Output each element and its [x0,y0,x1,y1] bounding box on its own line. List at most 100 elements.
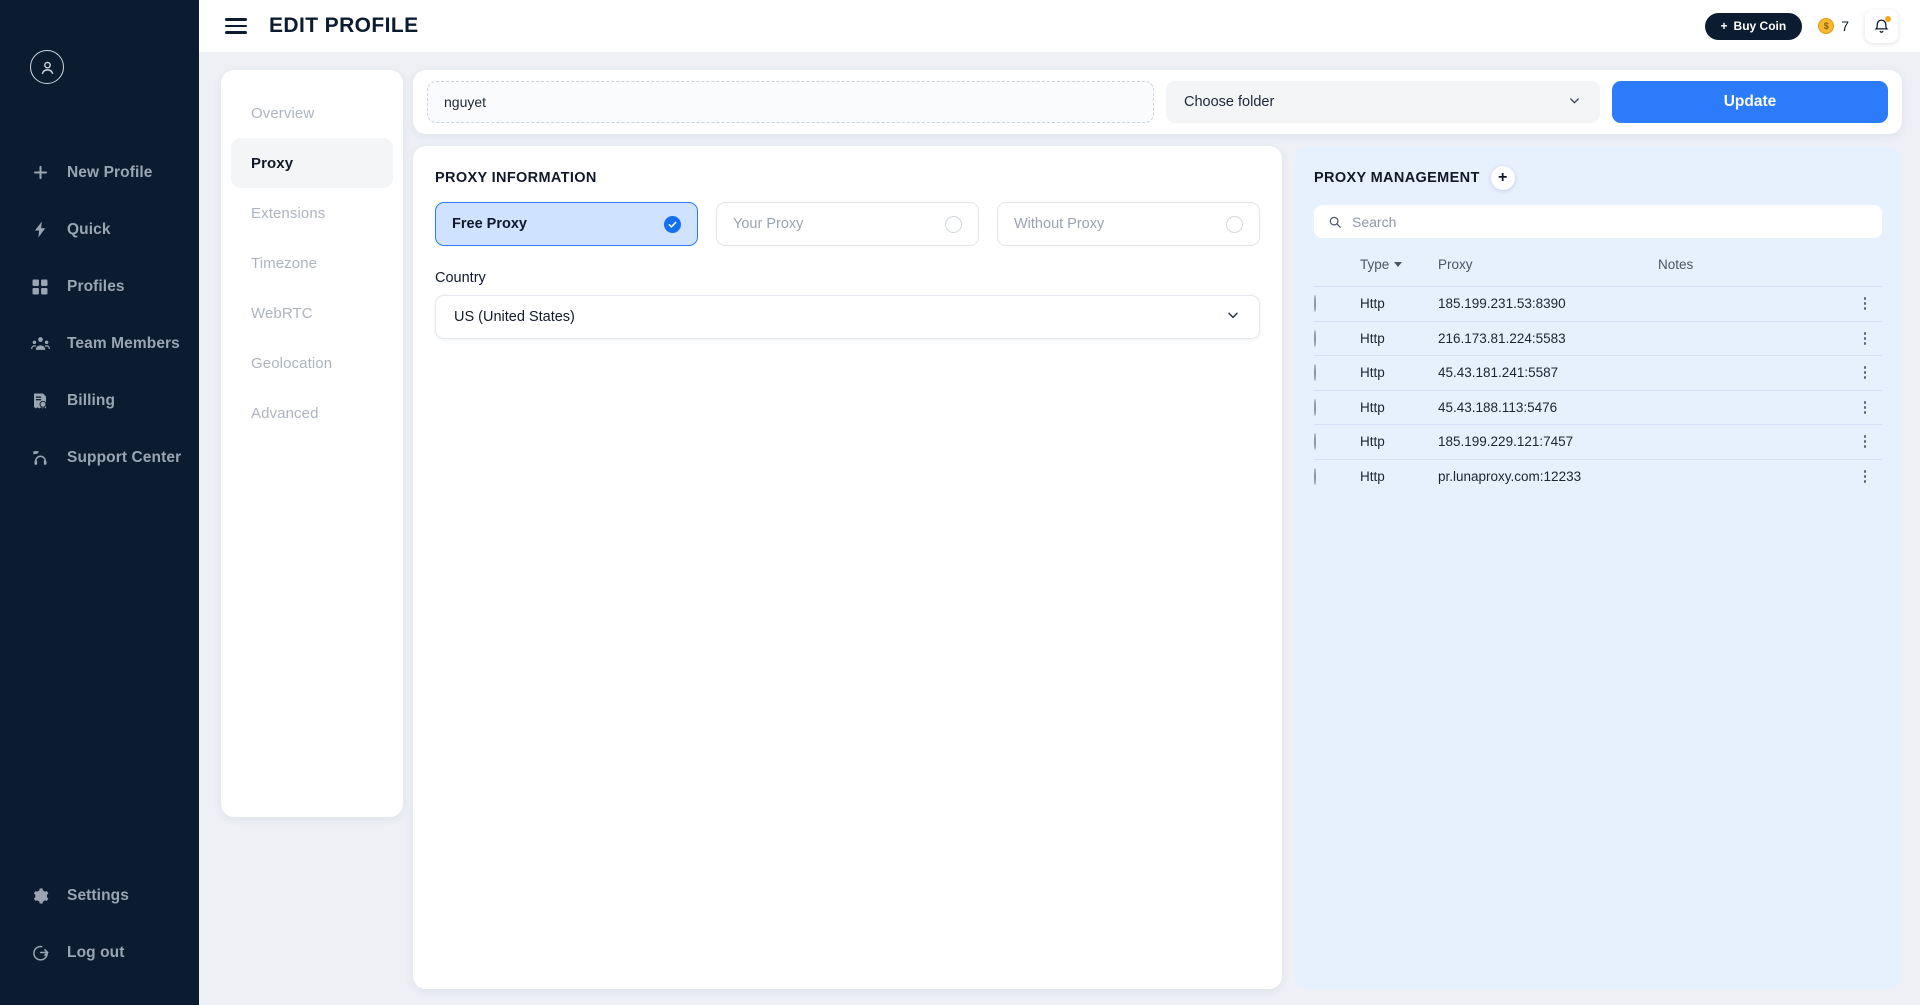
sidebar-item-label: Settings [67,886,129,904]
coin-balance[interactable]: $ 7 [1818,18,1849,34]
profile-section-nav: Overview Proxy Extensions Timezone WebRT… [221,70,403,817]
main-sidebar: New Profile Quick Profiles Team Members … [0,0,199,1005]
sidebar-item-label: Log out [67,943,125,961]
proxy-table-body: Http 185.199.231.53:8390 Http 216.173.81… [1314,286,1882,494]
buy-coin-button[interactable]: + Buy Coin [1704,12,1803,40]
sidebar-nav: New Profile Quick Profiles Team Members … [0,144,199,486]
row-radio-icon[interactable] [1314,468,1316,485]
row-radio-icon[interactable] [1314,433,1316,451]
kebab-menu-icon[interactable] [1848,366,1882,380]
update-button[interactable]: Update [1612,81,1888,123]
row-menu-cell[interactable] [1848,458,1882,494]
app-root: New Profile Quick Profiles Team Members … [0,0,1920,1005]
section-label: WebRTC [251,304,313,322]
row-proxy: 185.199.229.121:7457 [1438,424,1658,459]
sidebar-item-label: Support Center [67,448,182,466]
sidebar-item-log-out[interactable]: Log out [0,924,199,981]
row-radio-icon[interactable] [1314,364,1316,382]
col-proxy: Proxy [1438,257,1473,272]
row-radio-icon[interactable] [1314,295,1316,313]
row-select-cell[interactable] [1314,458,1360,494]
country-select[interactable]: US (United States) [435,295,1260,339]
row-select-cell[interactable] [1314,320,1360,356]
section-label: Advanced [251,404,319,422]
kebab-menu-icon[interactable] [1848,400,1882,414]
proxy-management-header: PROXY MANAGEMENT + [1314,166,1882,190]
section-item-advanced[interactable]: Advanced [231,388,393,438]
row-proxy: pr.lunaproxy.com:12233 [1438,458,1658,494]
plus-icon: + [1720,19,1728,33]
table-row[interactable]: Http 45.43.181.241:5587 [1314,355,1882,390]
row-menu-cell[interactable] [1848,320,1882,356]
proxy-mode-free-proxy[interactable]: Free Proxy [435,202,698,246]
sidebar-item-quick[interactable]: Quick [0,201,199,258]
kebab-menu-icon[interactable] [1848,470,1882,483]
table-row[interactable]: Http 45.43.188.113:5476 [1314,389,1882,425]
section-item-timezone[interactable]: Timezone [231,238,393,288]
top-header: EDIT PROFILE + Buy Coin $ 7 [199,0,1920,52]
hamburger-menu-icon[interactable] [225,18,247,34]
sidebar-item-settings[interactable]: Settings [0,867,199,924]
kebab-menu-icon[interactable] [1848,331,1882,345]
sidebar-bottom-nav: Settings Log out [0,867,199,1005]
section-item-webrtc[interactable]: WebRTC [231,288,393,338]
row-select-cell[interactable] [1314,424,1360,459]
notifications-button[interactable] [1865,9,1898,43]
row-select-cell[interactable] [1314,389,1360,425]
table-row[interactable]: Http 216.173.81.224:5583 [1314,320,1882,356]
section-item-extensions[interactable]: Extensions [231,188,393,238]
row-type: Http [1360,320,1438,356]
kebab-menu-icon[interactable] [1848,435,1882,449]
sidebar-item-label: New Profile [67,163,153,181]
col-notes: Notes [1658,257,1694,272]
section-item-proxy[interactable]: Proxy [231,138,393,188]
row-select-cell[interactable] [1314,286,1360,321]
section-label: Timezone [251,254,318,272]
row-proxy: 185.199.231.53:8390 [1438,286,1658,321]
sidebar-item-new-profile[interactable]: New Profile [0,144,199,201]
section-item-geolocation[interactable]: Geolocation [231,338,393,388]
radio-selected-icon [664,215,681,233]
section-item-overview[interactable]: Overview [231,88,393,138]
proxy-mode-label: Without Proxy [1014,216,1105,232]
table-row[interactable]: Http 185.199.231.53:8390 [1314,286,1882,321]
panes: PROXY INFORMATION Free Proxy Your Proxy [413,146,1902,989]
proxy-search-input[interactable] [1352,213,1868,230]
country-select-value: US (United States) [454,309,575,325]
add-proxy-button[interactable]: + [1490,166,1515,190]
row-select-cell[interactable] [1314,355,1360,390]
row-menu-cell[interactable] [1848,355,1882,390]
row-menu-cell[interactable] [1848,424,1882,459]
proxy-search-bar[interactable] [1314,205,1882,238]
proxy-management-title: PROXY MANAGEMENT [1314,170,1480,186]
table-row[interactable]: Http 185.199.229.121:7457 [1314,424,1882,459]
col-select [1314,251,1360,287]
proxy-mode-your-proxy[interactable]: Your Proxy [716,202,979,246]
row-menu-cell[interactable] [1848,286,1882,321]
row-type: Http [1360,424,1438,459]
sidebar-item-support-center[interactable]: Support Center [0,429,199,486]
avatar[interactable] [0,50,199,84]
kebab-menu-icon[interactable] [1848,297,1882,311]
search-icon [1329,216,1341,228]
row-notes [1658,424,1848,459]
buy-coin-label: Buy Coin [1733,19,1787,33]
coin-icon: $ [1818,18,1835,34]
proxy-mode-without-proxy[interactable]: Without Proxy [997,202,1260,246]
profile-name-input[interactable] [427,81,1154,123]
table-header-row: Type Proxy Notes [1314,251,1882,287]
sidebar-item-profiles[interactable]: Profiles [0,258,199,315]
row-radio-icon[interactable] [1314,398,1316,416]
folder-select[interactable]: Choose folder [1166,81,1600,123]
row-radio-icon[interactable] [1314,329,1316,347]
radio-unselected-icon [1226,215,1243,233]
section-label: Geolocation [251,354,333,372]
table-row[interactable]: Http pr.lunaproxy.com:12233 [1314,458,1882,494]
proxy-table-head: Type Proxy Notes [1314,251,1882,287]
radio-unselected-icon [945,215,962,233]
sidebar-item-team-members[interactable]: Team Members [0,315,199,372]
sidebar-item-billing[interactable]: Billing [0,372,199,429]
row-proxy: 45.43.181.241:5587 [1438,355,1658,390]
row-menu-cell[interactable] [1848,389,1882,425]
col-type[interactable]: Type [1360,251,1438,287]
